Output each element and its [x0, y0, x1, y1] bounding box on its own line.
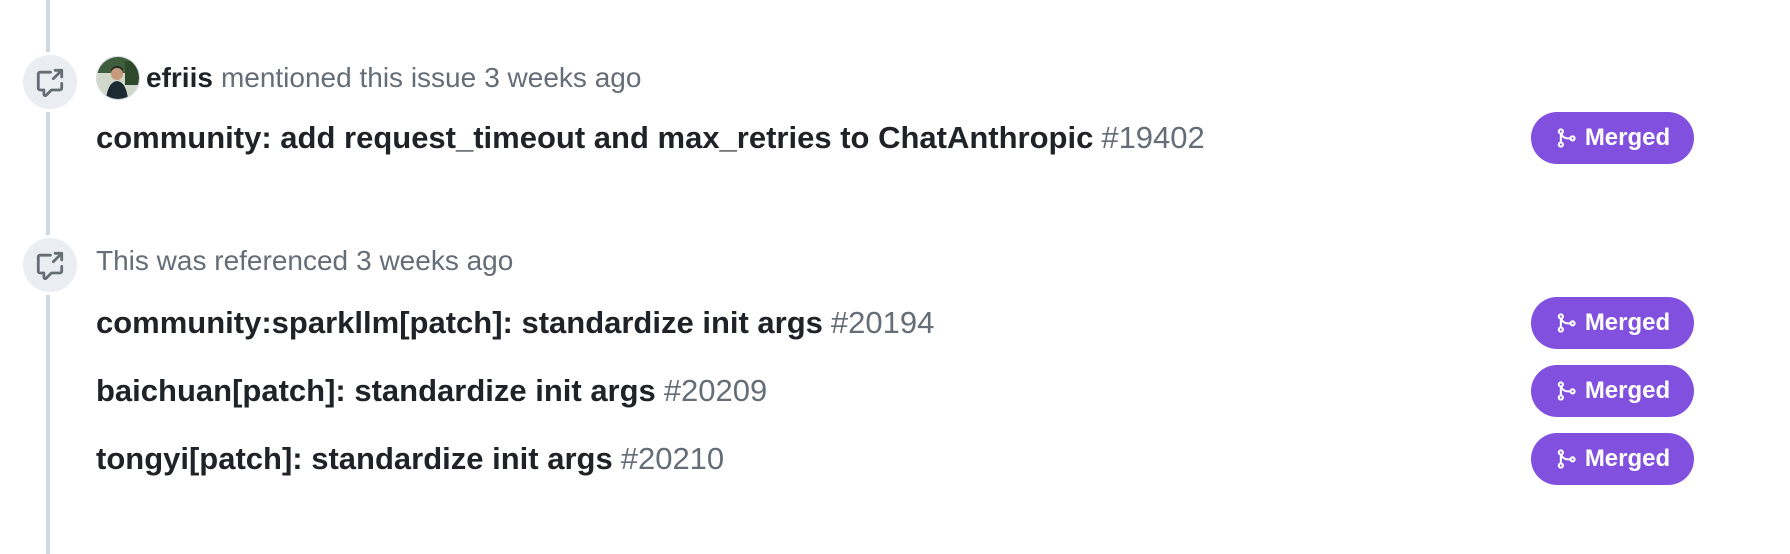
cross-reference-icon: [20, 235, 80, 295]
reference-title[interactable]: tongyi[patch]: standardize init args: [96, 441, 613, 476]
author-link[interactable]: efriis: [146, 62, 213, 94]
git-merge-icon: [1557, 449, 1576, 469]
reference-link[interactable]: tongyi[patch]: standardize init args #202…: [96, 441, 724, 477]
event-time[interactable]: 3 weeks ago: [356, 245, 513, 277]
merged-badge: Merged: [1531, 112, 1694, 164]
reference-title[interactable]: community: add request_timeout and max_r…: [96, 120, 1093, 155]
reference-item: community: add request_timeout and max_r…: [96, 111, 1694, 165]
cross-reference-icon: [20, 52, 80, 112]
reference-item: baichuan[patch]: standardize init args #2…: [96, 364, 1694, 418]
reference-number[interactable]: #20210: [621, 441, 724, 476]
avatar[interactable]: [96, 56, 140, 100]
git-merge-icon: [1557, 128, 1576, 148]
reference-link[interactable]: community: add request_timeout and max_r…: [96, 120, 1205, 156]
merged-label: Merged: [1584, 445, 1671, 472]
event-time[interactable]: 3 weeks ago: [484, 62, 641, 94]
merged-badge: Merged: [1531, 365, 1694, 417]
event-header: efriis mentioned this issue 3 weeks ago: [96, 56, 641, 100]
reference-number[interactable]: #20194: [831, 305, 934, 340]
merged-label: Merged: [1584, 309, 1671, 336]
event-action: mentioned this issue: [220, 62, 477, 93]
merged-badge: Merged: [1531, 297, 1694, 349]
merged-label: Merged: [1584, 124, 1671, 151]
event-header: This was referenced 3 weeks ago: [96, 239, 513, 283]
merged-badge: Merged: [1531, 433, 1694, 485]
reference-item: tongyi[patch]: standardize init args #202…: [96, 432, 1694, 486]
merged-label: Merged: [1584, 377, 1671, 404]
reference-link[interactable]: baichuan[patch]: standardize init args #2…: [96, 373, 767, 409]
reference-title[interactable]: baichuan[patch]: standardize init args: [96, 373, 656, 408]
reference-title[interactable]: community:sparkllm[patch]: standardize i…: [96, 305, 823, 340]
reference-link[interactable]: community:sparkllm[patch]: standardize i…: [96, 305, 934, 341]
reference-item: community:sparkllm[patch]: standardize i…: [96, 296, 1694, 350]
git-merge-icon: [1557, 313, 1576, 333]
reference-number[interactable]: #19402: [1101, 120, 1204, 155]
reference-number[interactable]: #20209: [664, 373, 767, 408]
git-merge-icon: [1557, 381, 1576, 401]
event-action: This was referenced: [96, 245, 349, 276]
